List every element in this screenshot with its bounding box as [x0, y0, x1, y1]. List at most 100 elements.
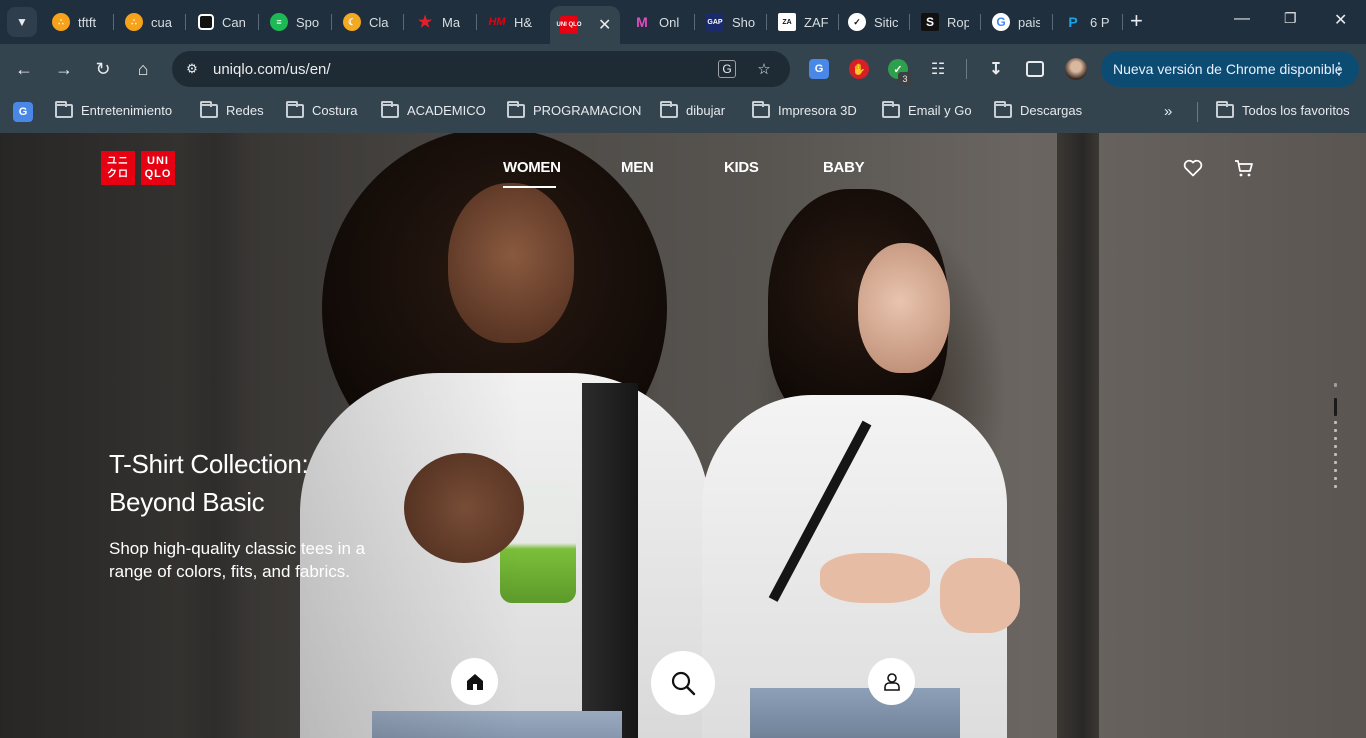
bookmark-folder[interactable]: Costura [286, 100, 358, 118]
reload-icon[interactable]: ↻ [91, 57, 115, 81]
folder-icon [660, 100, 678, 118]
tab-5[interactable]: ☾ Cla [343, 6, 391, 38]
tab-1[interactable]: ∴ tftft [52, 6, 104, 38]
address-bar[interactable]: ⚙ uniqlo.com/us/en/ G ☆ [172, 51, 790, 87]
hero-title: T-Shirt Collection: Beyond Basic [109, 445, 309, 521]
tab-9[interactable]: M Onl [633, 6, 685, 38]
gap-icon: GAP [706, 13, 724, 31]
search-button[interactable] [651, 651, 715, 715]
more-menu-icon[interactable]: ⋮ [1331, 59, 1347, 79]
nav-selected-underline [503, 186, 556, 188]
hero-title-line1: T-Shirt Collection: [109, 449, 309, 479]
tab-10[interactable]: GAP Sho [706, 6, 756, 38]
folder-icon [381, 100, 399, 118]
folder-icon [882, 100, 900, 118]
tab-title: ZAF [804, 14, 828, 30]
tab-title: Ma [442, 14, 461, 30]
account-button[interactable] [868, 658, 915, 705]
tab-title: pais [1018, 14, 1040, 30]
bookmark-folder[interactable]: Descargas [994, 100, 1082, 118]
chevron-down-icon: ▼ [16, 15, 28, 29]
restore-icon[interactable]: ❐ [1284, 10, 1297, 27]
translate-bookmark-icon[interactable]: G [13, 102, 33, 122]
m-icon: M [636, 14, 648, 30]
new-tab-icon[interactable]: + [1130, 10, 1143, 32]
extension-badge: 3 [898, 72, 912, 86]
bookmark-folder[interactable]: dibujar [660, 100, 725, 118]
nike-icon: ✓ [848, 13, 866, 31]
moon-icon: ☾ [343, 13, 361, 31]
bookmark-folder[interactable]: Redes [200, 100, 264, 118]
update-label: Nueva versión de Chrome disponible [1113, 61, 1343, 77]
circles-icon: ∴ [125, 13, 143, 31]
folder-icon [994, 100, 1012, 118]
tab-title: Cla [369, 14, 389, 30]
star-icon: ★ [417, 14, 433, 31]
folder-icon [507, 100, 525, 118]
bookmark-folder[interactable]: ACADEMICO [381, 100, 486, 118]
google-icon: G [992, 13, 1010, 31]
carousel-pager[interactable] [1334, 383, 1337, 489]
hero-subtitle: Shop high-quality classic tees in a rang… [109, 539, 366, 581]
bookmark-folder[interactable]: Entretenimiento [55, 100, 172, 118]
tab-2[interactable]: ∴ cua [125, 6, 177, 38]
forward-icon[interactable]: → [52, 57, 76, 81]
home-icon[interactable]: ⌂ [131, 57, 155, 81]
nav-women[interactable]: WOMEN [503, 159, 561, 176]
heart-icon[interactable] [1182, 157, 1204, 179]
home-button[interactable] [451, 658, 498, 705]
google-translate-icon[interactable]: G [809, 59, 829, 79]
user-icon [883, 672, 900, 691]
tab-3[interactable]: Can [198, 6, 248, 38]
search-icon [671, 671, 696, 696]
folder-icon [752, 100, 770, 118]
tab-12[interactable]: ✓ Sitic [848, 6, 898, 38]
tab-title: Onl [659, 14, 680, 30]
tab-15[interactable]: P 6 P [1064, 6, 1116, 38]
folder-icon [200, 100, 218, 118]
url-text[interactable]: uniqlo.com/us/en/ [213, 61, 331, 78]
chrome-update-button[interactable]: Nueva versión de Chrome disponible ⋮ [1101, 51, 1359, 87]
translate-icon[interactable]: G [718, 60, 736, 78]
tab-6[interactable]: ★ Ma [416, 6, 464, 38]
zara-icon: ZA [778, 13, 796, 31]
extensions-puzzle-icon[interactable]: ☷ [928, 59, 948, 79]
folder-icon [286, 100, 304, 118]
tab-title: H& [514, 14, 533, 30]
tab-search-button[interactable]: ▼ [7, 7, 37, 37]
home-icon [466, 673, 483, 690]
more-bookmarks-icon[interactable]: » [1164, 103, 1172, 120]
bookmark-folder[interactable]: Impresora 3D [752, 100, 857, 118]
all-bookmarks-folder[interactable]: Todos los favoritos [1216, 100, 1350, 118]
minimize-icon[interactable]: — [1234, 10, 1250, 28]
tab-11[interactable]: ZA ZAF [778, 6, 828, 38]
nav-men[interactable]: MEN [621, 159, 654, 176]
tab-4[interactable]: ≡ Spo [270, 6, 320, 38]
bookmark-star-icon[interactable]: ☆ [754, 59, 774, 79]
close-tab-icon[interactable]: ✕ [598, 15, 611, 35]
tab-title: Rop [947, 14, 969, 30]
site-info-icon[interactable]: ⚙ [182, 59, 202, 79]
cart-icon[interactable] [1233, 157, 1255, 179]
tab-title: Sho [732, 14, 756, 30]
tab-14[interactable]: G pais [992, 6, 1040, 38]
logo-latin: UNI QLO [141, 151, 175, 185]
nav-kids[interactable]: KIDS [724, 159, 759, 176]
profile-avatar[interactable] [1065, 58, 1087, 80]
tab-title: tftft [78, 14, 97, 30]
tab-title: 6 P [1090, 14, 1110, 30]
bookmark-folder[interactable]: PROGRAMACION [507, 100, 641, 118]
uniqlo-logo[interactable]: ユニ クロ UNI QLO [101, 151, 175, 185]
browser-toolbar: ← → ↻ ⌂ ⚙ uniqlo.com/us/en/ G ☆ G ✋ ✓ 3 … [0, 44, 1366, 94]
tab-uniqlo-active[interactable]: UNI QLO ✕ [550, 6, 620, 44]
tab-7[interactable]: HM H& [488, 6, 538, 38]
tab-13[interactable]: S Rop [921, 6, 969, 38]
side-panel-icon[interactable] [1026, 61, 1044, 77]
hand-extension-icon[interactable]: ✋ [849, 59, 869, 79]
bookmark-folder[interactable]: Email y Go [882, 100, 972, 118]
download-icon[interactable]: ↧ [986, 59, 1006, 79]
hm-icon: HM [488, 16, 506, 28]
nav-baby[interactable]: BABY [823, 159, 865, 176]
back-icon[interactable]: ← [12, 57, 36, 81]
close-window-icon[interactable]: ✕ [1334, 10, 1347, 30]
